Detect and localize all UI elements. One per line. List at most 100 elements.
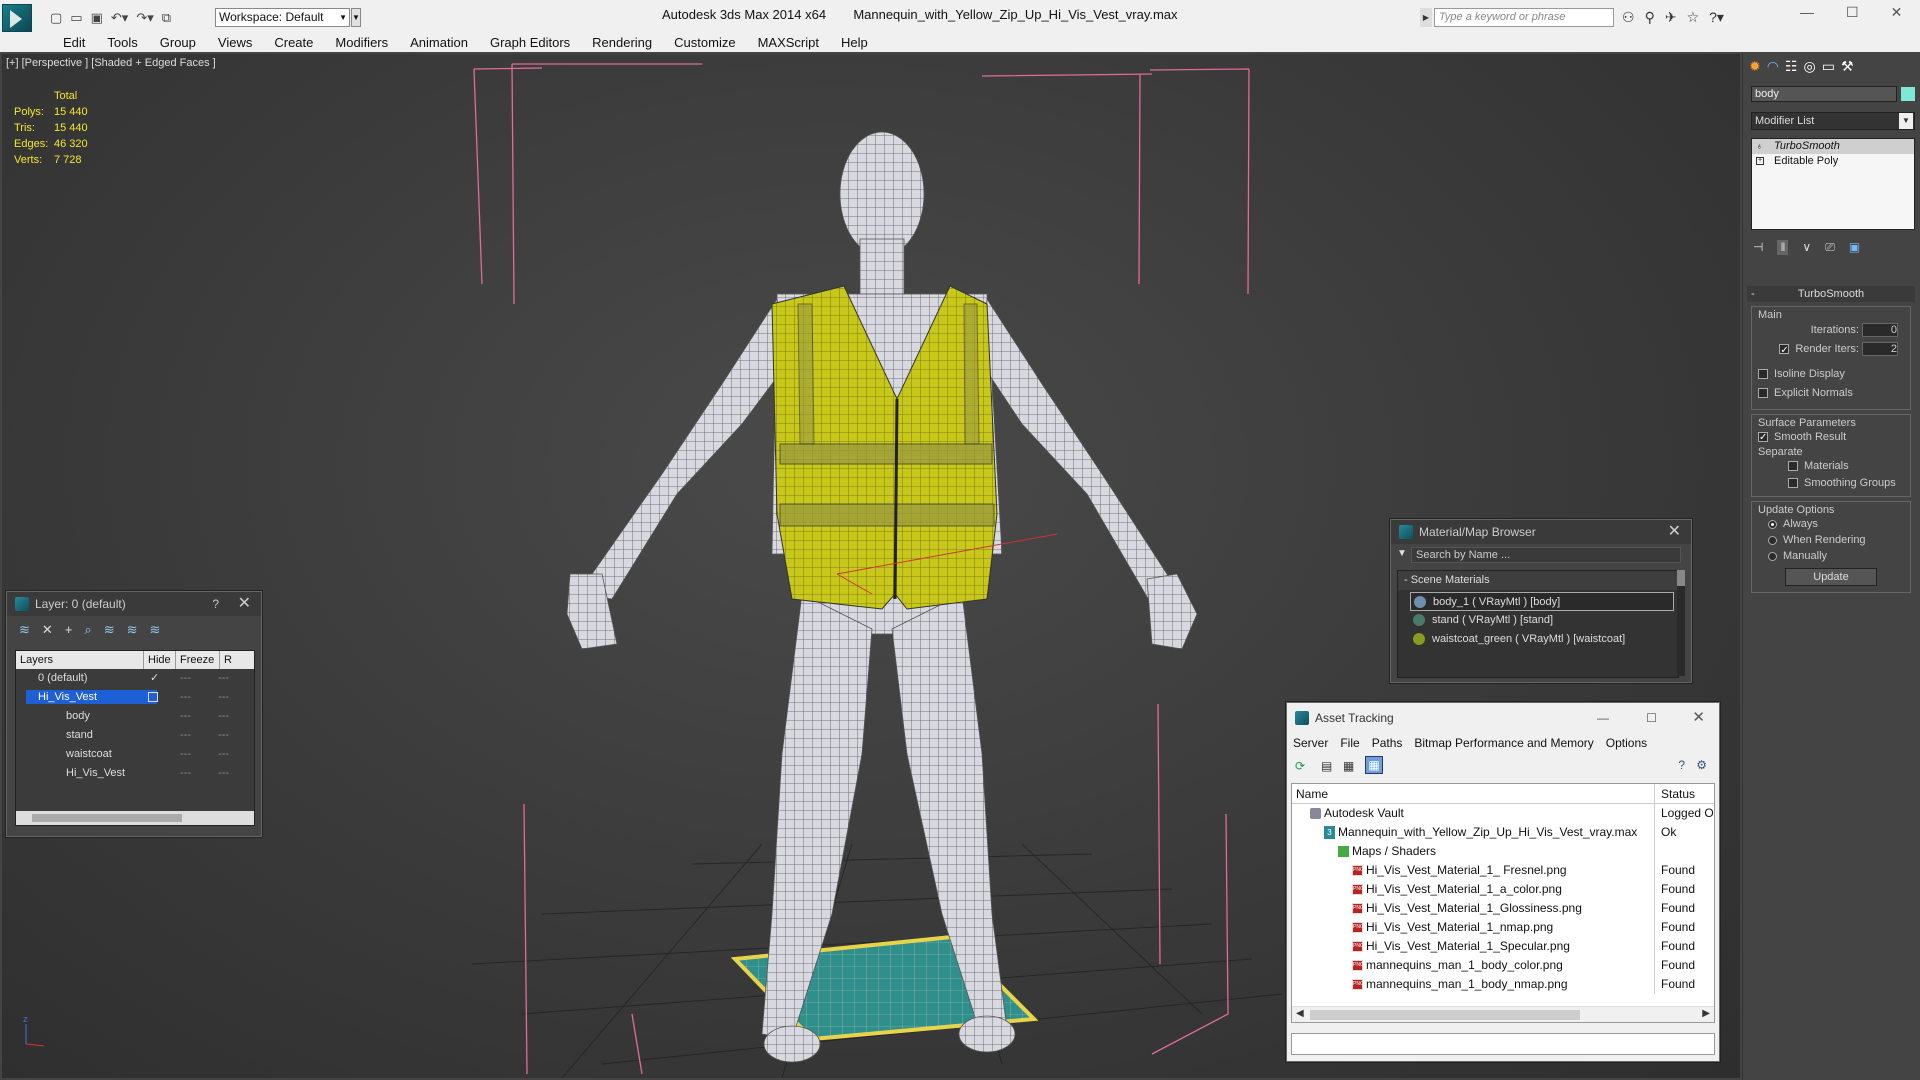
asset-row[interactable]: PNG Hi_Vis_Vest_Material_1_ Fresnel.png Fo…: [1292, 861, 1714, 880]
hide-all-icon[interactable]: ≋: [127, 622, 138, 637]
highlight-layer-icon[interactable]: ≋: [104, 622, 115, 637]
asset-row[interactable]: PNG Hi_Vis_Vest_Material_1_nmap.png Found: [1292, 918, 1714, 937]
manually-radio[interactable]: [1768, 551, 1777, 561]
layer-row-selected[interactable]: Hi_Vis_Vest --- ---: [16, 688, 254, 707]
always-radio[interactable]: [1768, 519, 1777, 529]
maximize-icon[interactable]: ☐: [1646, 703, 1657, 733]
thumbnail-view-icon[interactable]: ▦: [1343, 759, 1354, 773]
lightbulb-icon[interactable]: ♁: [1756, 139, 1763, 154]
menu-server[interactable]: Server: [1293, 733, 1328, 753]
freeze-all-icon[interactable]: ≋: [150, 622, 161, 637]
help-icon[interactable]: ?▾: [1709, 9, 1724, 26]
remove-modifier-icon[interactable]: ⎚: [1825, 240, 1835, 255]
object-row[interactable]: body --- ---: [16, 707, 254, 726]
menu-paths[interactable]: Paths: [1372, 733, 1403, 753]
render-iters-spinner[interactable]: 2: [1862, 342, 1898, 357]
materials-checkbox[interactable]: [1788, 461, 1798, 472]
asset-row[interactable]: Maps / Shaders: [1292, 842, 1714, 861]
delete-icon[interactable]: ✕: [42, 622, 53, 637]
add-icon[interactable]: +: [65, 622, 73, 637]
refresh-icon[interactable]: ⟳: [1295, 759, 1305, 773]
column-status[interactable]: Status: [1655, 784, 1695, 803]
object-row[interactable]: Hi_Vis_Vest --- ---: [16, 764, 254, 783]
vertical-scrollbar[interactable]: [1677, 570, 1685, 676]
set-current-layer-icon[interactable]: [148, 692, 158, 702]
menu-views[interactable]: Views: [207, 34, 263, 52]
object-row[interactable]: stand --- ---: [16, 726, 254, 745]
asset-row[interactable]: PNG Hi_Vis_Vest_Material_1_Glossiness.png…: [1292, 899, 1714, 918]
explicit-normals-checkbox[interactable]: [1758, 388, 1768, 399]
when-rendering-radio[interactable]: [1768, 535, 1777, 545]
list-view-icon[interactable]: ▤: [1321, 759, 1332, 773]
isoline-display-checkbox[interactable]: [1758, 369, 1768, 380]
close-icon[interactable]: ✕: [1692, 703, 1705, 733]
menu-customize[interactable]: Customize: [663, 34, 746, 52]
menu-create[interactable]: Create: [263, 34, 324, 52]
iterations-spinner[interactable]: 0: [1862, 323, 1898, 338]
close-icon[interactable]: ✕: [1668, 520, 1681, 544]
rollout-header[interactable]: - TurboSmooth: [1747, 286, 1915, 302]
column-hide[interactable]: Hide: [144, 651, 176, 669]
save-file-icon[interactable]: ▣: [91, 10, 103, 26]
asset-path-field[interactable]: [1291, 1033, 1715, 1055]
horizontal-scrollbar[interactable]: [16, 811, 254, 825]
minimize-icon[interactable]: —: [1597, 703, 1609, 733]
material-item-selected[interactable]: body_1 ( VRayMtl ) [body]: [1410, 592, 1674, 611]
vault-settings-icon[interactable]: ⚙: [1696, 758, 1707, 772]
column-layers[interactable]: Layers: [16, 651, 144, 669]
menu-file[interactable]: File: [1340, 733, 1359, 753]
utilities-tab-icon[interactable]: ⚒: [1841, 58, 1854, 76]
hierarchy-tab-icon[interactable]: ☷: [1785, 58, 1798, 76]
render-iters-checkbox[interactable]: [1779, 341, 1790, 359]
minimize-window-icon[interactable]: —: [1800, 4, 1814, 21]
menu-group[interactable]: Group: [149, 34, 207, 52]
menu-bitmap-performance[interactable]: Bitmap Performance and Memory: [1414, 733, 1593, 753]
favorites-star-icon[interactable]: ☆: [1687, 9, 1700, 26]
app-logo-icon[interactable]: [2, 4, 32, 32]
current-layer-check-icon[interactable]: ✓: [150, 669, 159, 688]
workspace-dropdown-arrow[interactable]: ▼: [351, 8, 361, 27]
menu-maxscript[interactable]: MAXScript: [747, 34, 830, 52]
column-name[interactable]: Name: [1292, 784, 1655, 803]
communication-icon[interactable]: ✈: [1665, 9, 1677, 26]
subscription-icon[interactable]: ⚲: [1645, 9, 1655, 26]
open-file-icon[interactable]: ▭: [70, 10, 82, 26]
asset-row[interactable]: PNG Hi_Vis_Vest_Material_1_Specular.png Fo…: [1292, 937, 1714, 956]
modifier-list-dropdown[interactable]: Modifier List ▼: [1751, 112, 1915, 130]
column-freeze[interactable]: Freeze: [176, 651, 220, 669]
help-icon[interactable]: ?: [1678, 758, 1685, 772]
object-name-field[interactable]: body: [1751, 86, 1897, 102]
asset-row[interactable]: PNG mannequins_man_1_body_color.png Found: [1292, 956, 1714, 975]
menu-modifiers[interactable]: Modifiers: [324, 34, 399, 52]
horizontal-scrollbar[interactable]: ◀ ▶: [1292, 1006, 1714, 1022]
material-browser-titlebar[interactable]: Material/Map Browser ✕: [1391, 520, 1691, 544]
pin-stack-icon[interactable]: ⊣: [1753, 240, 1763, 255]
column-render[interactable]: R: [220, 651, 240, 669]
show-end-result-icon[interactable]: ‖: [1777, 240, 1789, 255]
make-unique-icon[interactable]: ∨: [1802, 240, 1811, 255]
motion-tab-icon[interactable]: ◎: [1804, 58, 1816, 76]
layer-icon[interactable]: ≋: [19, 622, 30, 637]
menu-edit[interactable]: Edit: [52, 34, 96, 52]
workspace-dropdown[interactable]: Workspace: Default ▼: [215, 8, 350, 27]
search-input[interactable]: Type a keyword or phrase: [1434, 8, 1614, 27]
create-tab-icon[interactable]: ✹: [1749, 58, 1761, 76]
menu-help[interactable]: Help: [830, 34, 879, 52]
undo-icon[interactable]: ↶▾: [111, 10, 128, 26]
layer-panel-titlebar[interactable]: Layer: 0 (default) ? ✕: [7, 592, 261, 616]
smoothing-groups-checkbox[interactable]: [1788, 478, 1798, 489]
display-tab-icon[interactable]: ▭: [1822, 58, 1835, 76]
new-file-icon[interactable]: ▢: [50, 10, 62, 26]
binoculars-icon[interactable]: ⚇: [1622, 9, 1635, 26]
close-window-icon[interactable]: ✕: [1891, 4, 1903, 21]
expand-icon[interactable]: +: [1756, 157, 1764, 165]
update-button[interactable]: Update: [1785, 568, 1877, 586]
maximize-window-icon[interactable]: ☐: [1846, 4, 1859, 21]
asset-tracking-titlebar[interactable]: Asset Tracking — ☐ ✕: [1287, 703, 1719, 733]
asset-row[interactable]: PNG Hi_Vis_Vest_Material_1_a_color.png Fou…: [1292, 880, 1714, 899]
object-color-swatch[interactable]: [1901, 87, 1915, 101]
stack-item-turbosmooth[interactable]: ♁ TurboSmooth: [1752, 139, 1914, 154]
configure-modifier-sets-icon[interactable]: ▣: [1849, 240, 1860, 255]
asset-row[interactable]: 3 Mannequin_with_Yellow_Zip_Up_Hi_Vis_Ves…: [1292, 823, 1714, 842]
menu-graph-editors[interactable]: Graph Editors: [479, 34, 581, 52]
